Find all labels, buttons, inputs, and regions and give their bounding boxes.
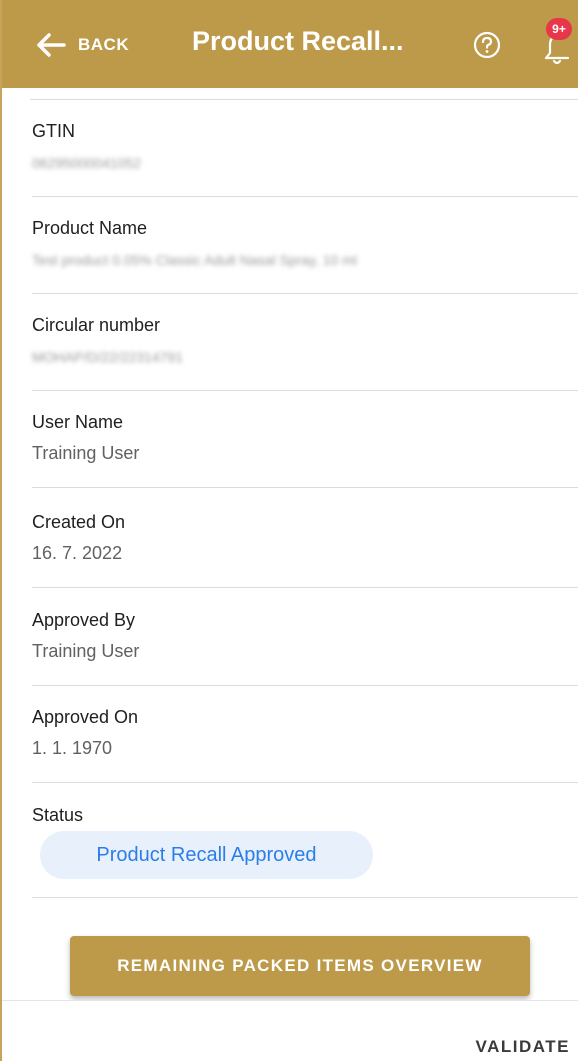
field-label: Created On	[32, 512, 126, 532]
status-badge: Product Recall Approved	[40, 831, 373, 879]
bottom-action-bar: VALIDATE	[2, 1000, 578, 1061]
back-arrow-icon	[36, 32, 66, 58]
field-value: Training User	[32, 641, 140, 661]
field-label: Approved By	[32, 610, 136, 630]
divider	[32, 897, 578, 898]
field-approved-by: Approved By Training User	[32, 588, 578, 686]
field-approved-on: Approved On 1. 1. 1970	[32, 685, 578, 783]
validate-button[interactable]: VALIDATE	[476, 1037, 570, 1057]
back-button[interactable]: BACK	[36, 28, 129, 62]
field-product-name: Product Name Test product 0.05% Classic …	[32, 196, 578, 294]
field-label: Product Name	[32, 218, 148, 238]
notification-badge: 9+	[546, 18, 572, 40]
remaining-packed-items-overview-button[interactable]: REMAINING PACKED ITEMS OVERVIEW	[70, 936, 530, 996]
field-label: Circular number	[32, 315, 161, 335]
page-title: Product Recall...	[192, 26, 404, 56]
bell-icon	[540, 34, 578, 72]
field-value: Training User	[32, 443, 140, 463]
field-circular-number: Circular number MOHAP/D/22/22314791	[32, 293, 578, 391]
status-label: Status	[32, 805, 84, 825]
help-button[interactable]	[472, 30, 502, 60]
app-header: BACK Product Recall... 9+	[2, 0, 578, 88]
field-label: GTIN	[32, 121, 75, 141]
help-circle-icon	[472, 31, 502, 64]
field-value: MOHAP/D/22/22314791	[32, 349, 183, 365]
field-value: 1. 1. 1970	[32, 738, 113, 758]
field-label: User Name	[32, 412, 124, 432]
field-gtin: GTIN 06295000041052	[32, 99, 578, 197]
field-value: 16. 7. 2022	[32, 543, 123, 563]
field-user-name: User Name Training User	[32, 390, 578, 488]
back-label: BACK	[78, 35, 130, 54]
field-value: 06295000041052	[32, 155, 142, 171]
product-recall-screen: BACK Product Recall... 9+ GTIN 062950000…	[0, 0, 578, 1061]
field-created-on: Created On 16. 7. 2022	[32, 490, 578, 588]
field-value: Test product 0.05% Classic Adult Nasal S…	[32, 252, 358, 268]
field-label: Approved On	[32, 707, 139, 727]
